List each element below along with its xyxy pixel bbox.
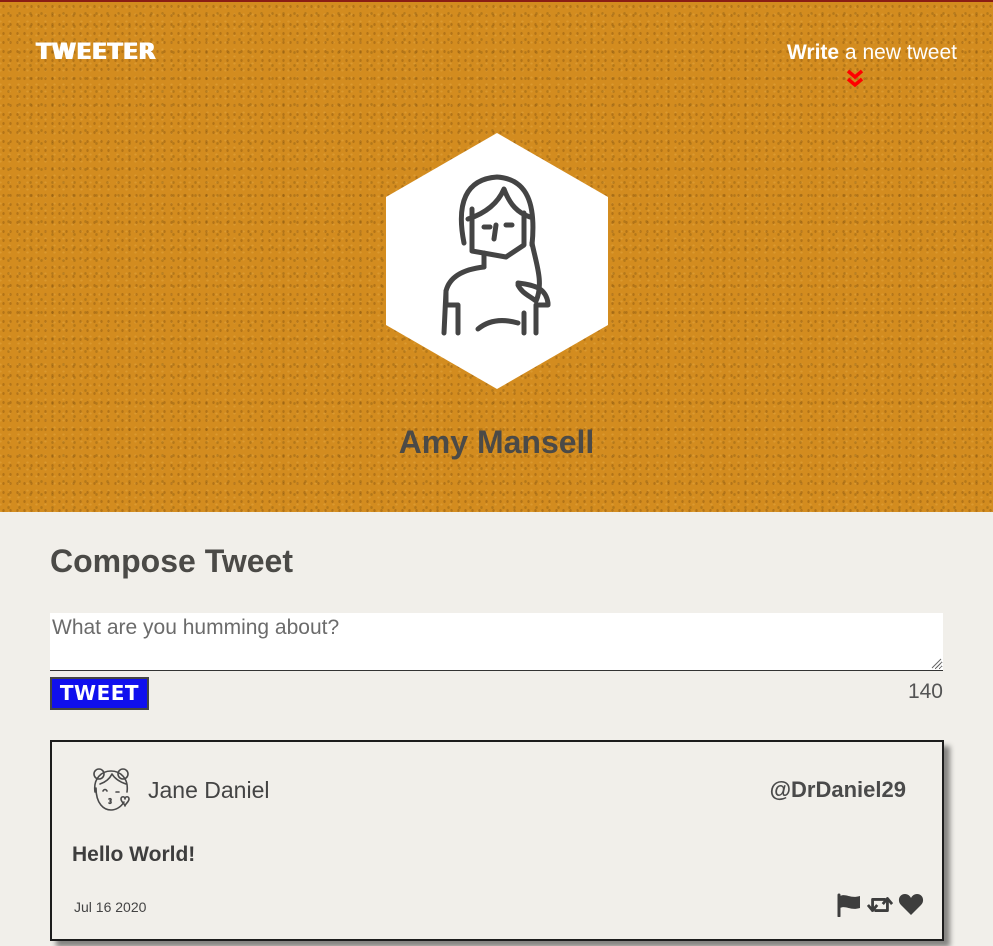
tweet-date: Jul 16 2020 bbox=[74, 899, 147, 915]
woman-avatar-icon bbox=[386, 133, 608, 389]
profile-name: Amy Mansell bbox=[398, 424, 595, 460]
heart-icon[interactable] bbox=[898, 893, 924, 917]
tweet-author-handle: @DrDaniel29 bbox=[769, 777, 906, 802]
character-counter: 140 bbox=[907, 680, 943, 703]
brand-logo[interactable]: TWEETER bbox=[36, 40, 156, 65]
double-chevron-down-icon[interactable] bbox=[846, 68, 864, 90]
retweet-icon[interactable] bbox=[867, 893, 893, 917]
write-new-tweet-link[interactable]: Write a new tweet bbox=[787, 41, 957, 65]
profile-header: TWEETER Write a new tweet Amy Mansell bbox=[0, 0, 993, 512]
tweet-card: Jane Daniel @DrDaniel29 Hello World! Jul… bbox=[50, 740, 944, 941]
compose-title: Compose Tweet bbox=[50, 543, 293, 579]
tweet-content: Hello World! bbox=[72, 843, 196, 866]
flag-icon[interactable] bbox=[836, 893, 862, 917]
girl-kiss-avatar-icon bbox=[93, 768, 130, 811]
tweet-actions bbox=[836, 892, 924, 918]
write-link-rest: a new tweet bbox=[839, 41, 957, 64]
tweet-author-name: Jane Daniel bbox=[148, 777, 270, 803]
tweet-input[interactable] bbox=[50, 613, 943, 671]
write-link-bold: Write bbox=[786, 41, 840, 64]
tweet-button[interactable]: TWEET bbox=[50, 677, 149, 710]
resize-handle-icon[interactable] bbox=[931, 658, 942, 669]
